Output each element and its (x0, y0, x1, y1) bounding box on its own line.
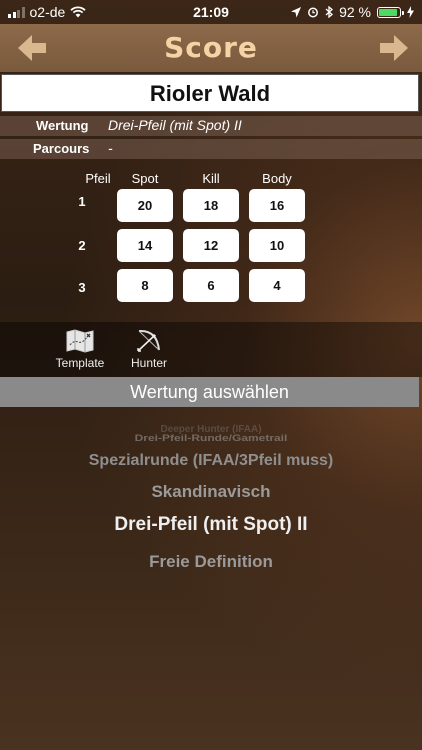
location-icon (291, 6, 302, 17)
battery-icon (377, 6, 404, 18)
picker-option[interactable]: Drei-Pfeil-Runde/Gametrail (0, 432, 422, 443)
picker-option[interactable]: Skandinavisch (0, 482, 422, 502)
column-header-body: Body (262, 171, 292, 186)
picker-option-selected[interactable]: Drei-Pfeil (mit Spot) II (0, 514, 422, 536)
score-cell[interactable]: 10 (249, 229, 305, 262)
score-cell[interactable]: 4 (249, 269, 305, 302)
alarm-icon (308, 7, 319, 18)
column-header-kill: Kill (202, 171, 220, 186)
score-cell[interactable]: 12 (183, 229, 239, 262)
picker-option[interactable]: Spezialrunde (IFAA/3Pfeil muss) (0, 452, 422, 470)
row-label-1: 1 (78, 194, 86, 209)
wertung-label: Wertung (36, 118, 89, 133)
score-cell[interactable]: 20 (117, 189, 173, 222)
template-label: Template (55, 356, 105, 370)
column-header-spot: Spot (131, 171, 159, 186)
bluetooth-icon (325, 6, 334, 18)
row-label-2: 2 (78, 238, 86, 253)
parcours-label: Parcours (33, 141, 90, 156)
page-title: Score (164, 31, 258, 64)
battery-percent: 92 % (339, 4, 371, 20)
hunter-label: Hunter (130, 356, 168, 370)
picker-option[interactable]: Freie Definition (0, 552, 422, 572)
map-icon (66, 329, 94, 353)
parcours-value: - (108, 140, 113, 156)
picker-title: Wertung auswählen (0, 377, 419, 407)
toolbar: Template Hunter (0, 322, 422, 377)
score-cell[interactable]: 16 (249, 189, 305, 222)
parcours-row[interactable]: Parcours - (0, 139, 422, 159)
score-cell[interactable]: 18 (183, 189, 239, 222)
template-button[interactable]: Template (45, 328, 115, 370)
status-bar: o2-de 21:09 92 % (0, 0, 422, 24)
score-cell[interactable]: 14 (117, 229, 173, 262)
charging-icon (407, 6, 414, 18)
score-cell[interactable]: 6 (183, 269, 239, 302)
bow-arrow-icon (137, 329, 160, 352)
hunter-button[interactable]: Hunter (114, 328, 184, 370)
wertung-value: Drei-Pfeil (mit Spot) II (108, 117, 242, 133)
wertung-row[interactable]: Wertung Drei-Pfeil (mit Spot) II (0, 116, 422, 136)
nav-header: Score (0, 24, 422, 72)
score-cell[interactable]: 8 (117, 269, 173, 302)
course-name[interactable]: Rioler Wald (1, 74, 419, 112)
row-label-3: 3 (78, 280, 86, 295)
forward-arrow-icon[interactable] (378, 33, 410, 63)
